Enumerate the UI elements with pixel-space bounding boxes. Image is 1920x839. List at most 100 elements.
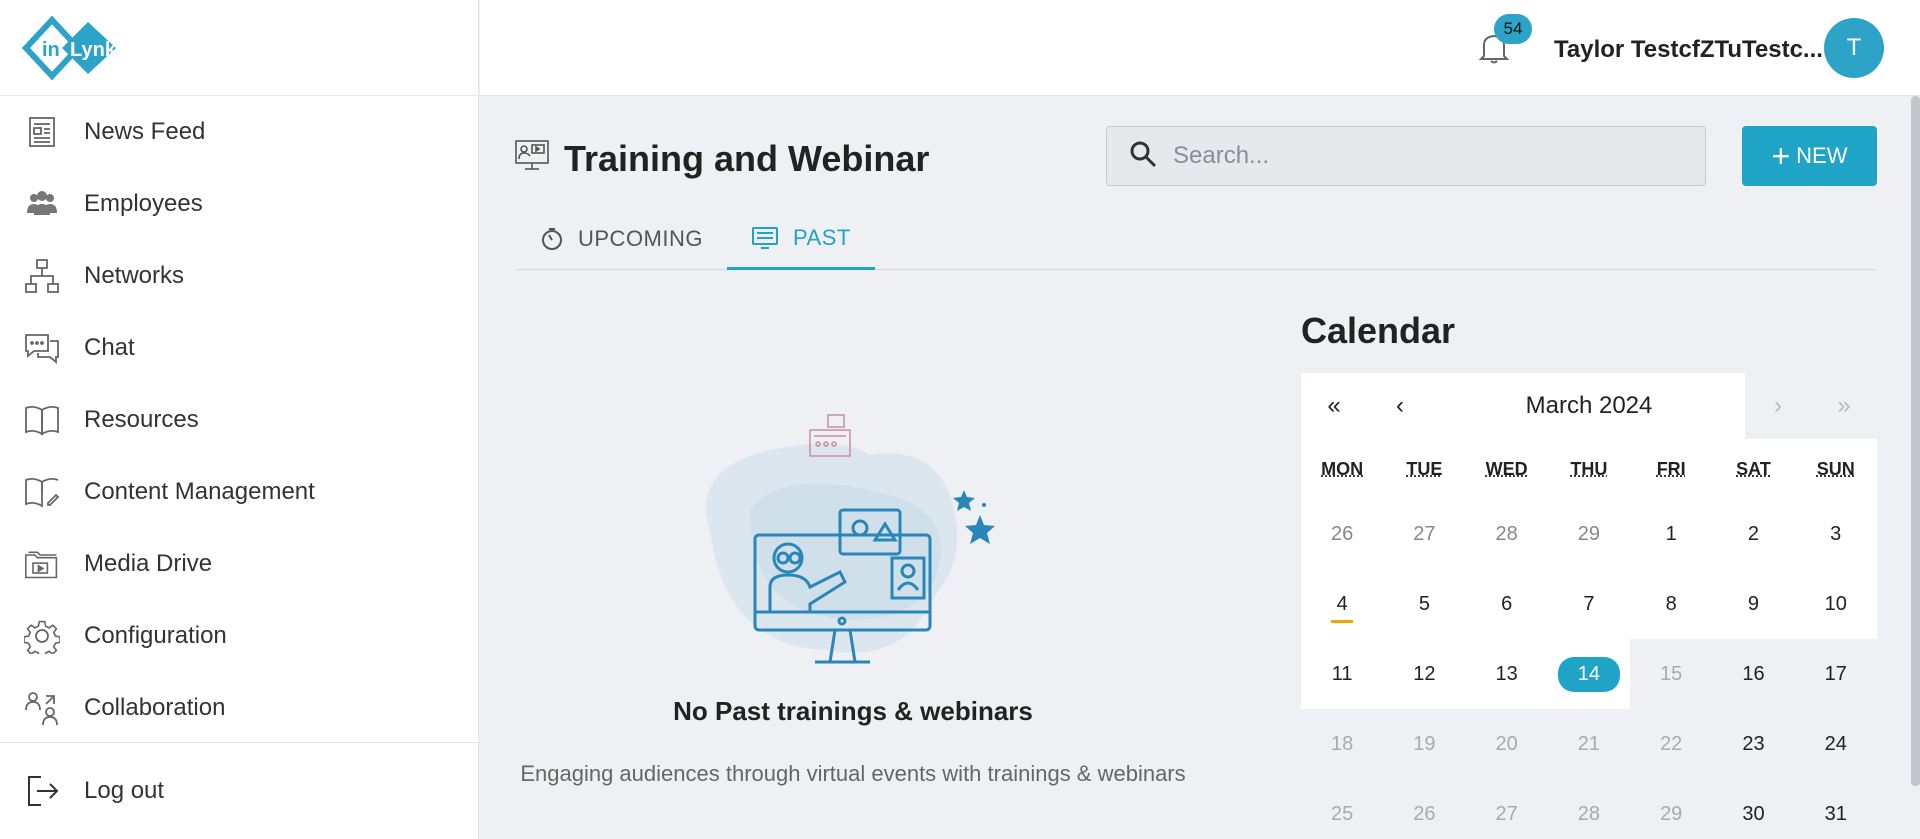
calendar-day[interactable]: 18: [1301, 709, 1383, 779]
month-label[interactable]: March 2024: [1433, 373, 1745, 439]
logo-area: in Lynk: [0, 0, 478, 96]
calendar-day[interactable]: 2: [1712, 499, 1794, 569]
calendar-day[interactable]: 23: [1712, 709, 1794, 779]
plus-icon: +: [1771, 140, 1790, 172]
scrollbar[interactable]: [1911, 96, 1920, 786]
calendar-week: 26 27 28 29 1 2 3: [1301, 499, 1877, 569]
calendar-day[interactable]: 27: [1466, 779, 1548, 839]
calendar-day[interactable]: 29: [1548, 499, 1630, 569]
sidebar-item-label: Employees: [84, 190, 203, 218]
notification-count-badge: 54: [1494, 14, 1532, 44]
sidebar-item-employees[interactable]: Employees: [0, 168, 478, 240]
calendar-day[interactable]: 25: [1301, 779, 1383, 839]
search-box[interactable]: [1106, 126, 1706, 186]
sidebar-item-media-drive[interactable]: Media Drive: [0, 528, 478, 600]
upcoming-icon: [540, 226, 564, 252]
search-input[interactable]: [1173, 142, 1693, 170]
calendar-day[interactable]: 30: [1712, 779, 1794, 839]
calendar-day[interactable]: 20: [1466, 709, 1548, 779]
new-button-label: NEW: [1796, 143, 1847, 169]
sidebar-item-collaboration[interactable]: Collaboration: [0, 672, 478, 744]
calendar-day-selected[interactable]: 14: [1548, 639, 1630, 709]
calendar-day[interactable]: 28: [1548, 779, 1630, 839]
calendar-day[interactable]: 3: [1795, 499, 1877, 569]
book-icon: [24, 402, 60, 438]
calendar-day[interactable]: 16: [1712, 639, 1794, 709]
list-screen-icon: [751, 226, 779, 250]
selected-day-label: 14: [1558, 657, 1620, 692]
avatar[interactable]: T: [1824, 18, 1884, 78]
people-icon: [24, 186, 60, 222]
collaboration-icon: [24, 690, 60, 726]
next-year-button[interactable]: »: [1811, 373, 1877, 439]
sidebar: in Lynk News Feed Employees Networks Cha…: [0, 0, 479, 839]
calendar-week: 11 12 13 14 15 16 17: [1301, 639, 1877, 709]
empty-state-illustration: [670, 390, 1040, 690]
calendar-day[interactable]: 11: [1301, 639, 1383, 709]
weekday-label: THU: [1548, 439, 1630, 499]
calendar-day[interactable]: 21: [1548, 709, 1630, 779]
empty-state-title: No Past trainings & webinars: [540, 696, 1166, 727]
weekday-label: SUN: [1795, 439, 1877, 499]
search-icon: [1129, 140, 1157, 173]
newspaper-icon: [24, 114, 60, 150]
inlynk-logo[interactable]: in Lynk: [22, 16, 126, 80]
network-icon: [24, 258, 60, 294]
calendar-day[interactable]: 8: [1630, 569, 1712, 639]
calendar-day[interactable]: 29: [1630, 779, 1712, 839]
gear-icon: [24, 618, 60, 654]
calendar-day[interactable]: 31: [1795, 779, 1877, 839]
sidebar-item-label: News Feed: [84, 118, 205, 146]
calendar-day[interactable]: 5: [1383, 569, 1465, 639]
calendar-day-today[interactable]: 4: [1301, 569, 1383, 639]
calendar-navigation: « ‹ March 2024 › »: [1301, 373, 1877, 439]
calendar-day[interactable]: 15: [1630, 639, 1712, 709]
sidebar-item-label: Resources: [84, 406, 199, 434]
sidebar-item-label: Networks: [84, 262, 184, 290]
calendar-day[interactable]: 24: [1795, 709, 1877, 779]
sidebar-item-content-management[interactable]: Content Management: [0, 456, 478, 528]
calendar-day[interactable]: 12: [1383, 639, 1465, 709]
logout-label: Log out: [84, 777, 164, 805]
sidebar-item-networks[interactable]: Networks: [0, 240, 478, 312]
sidebar-item-configuration[interactable]: Configuration: [0, 600, 478, 672]
calendar-title: Calendar: [1301, 310, 1455, 352]
logout-button[interactable]: Log out: [0, 742, 478, 839]
calendar-day[interactable]: 28: [1466, 499, 1548, 569]
calendar-day[interactable]: 22: [1630, 709, 1712, 779]
prev-year-button[interactable]: «: [1301, 373, 1367, 439]
calendar-day[interactable]: 26: [1383, 779, 1465, 839]
tab-past[interactable]: PAST: [727, 208, 875, 270]
calendar-day[interactable]: 27: [1383, 499, 1465, 569]
calendar-day[interactable]: 6: [1466, 569, 1548, 639]
weekday-label: TUE: [1383, 439, 1465, 499]
calendar-day[interactable]: 7: [1548, 569, 1630, 639]
calendar-day[interactable]: 1: [1630, 499, 1712, 569]
calendar-day[interactable]: 10: [1795, 569, 1877, 639]
calendar-week: 18 19 20 21 22 23 24: [1301, 709, 1877, 779]
calendar-day[interactable]: 13: [1466, 639, 1548, 709]
sidebar-item-chat[interactable]: Chat: [0, 312, 478, 384]
calendar-week: 25 26 27 28 29 30 31: [1301, 779, 1877, 839]
new-button[interactable]: + NEW: [1742, 126, 1877, 186]
next-month-button[interactable]: ›: [1745, 373, 1811, 439]
tab-bar: UPCOMING PAST: [516, 208, 1877, 270]
calendar-day[interactable]: 19: [1383, 709, 1465, 779]
calendar-day[interactable]: 26: [1301, 499, 1383, 569]
weekday-label: FRI: [1630, 439, 1712, 499]
sidebar-item-news-feed[interactable]: News Feed: [0, 96, 478, 168]
calendar-day[interactable]: 9: [1712, 569, 1794, 639]
svg-text:in: in: [42, 39, 60, 61]
sidebar-item-label: Media Drive: [84, 550, 212, 578]
sidebar-item-resources[interactable]: Resources: [0, 384, 478, 456]
tab-upcoming[interactable]: UPCOMING: [516, 208, 727, 270]
prev-month-button[interactable]: ‹: [1367, 373, 1433, 439]
user-name[interactable]: Taylor TestcfZTuTestc...: [1554, 36, 1823, 64]
sidebar-item-label: Content Management: [84, 478, 315, 506]
weekday-label: WED: [1466, 439, 1548, 499]
logout-icon: [24, 773, 60, 809]
page-title: Training and Webinar: [564, 138, 929, 180]
calendar-week: 4 5 6 7 8 9 10: [1301, 569, 1877, 639]
tab-label: PAST: [793, 225, 851, 251]
calendar-day[interactable]: 17: [1795, 639, 1877, 709]
